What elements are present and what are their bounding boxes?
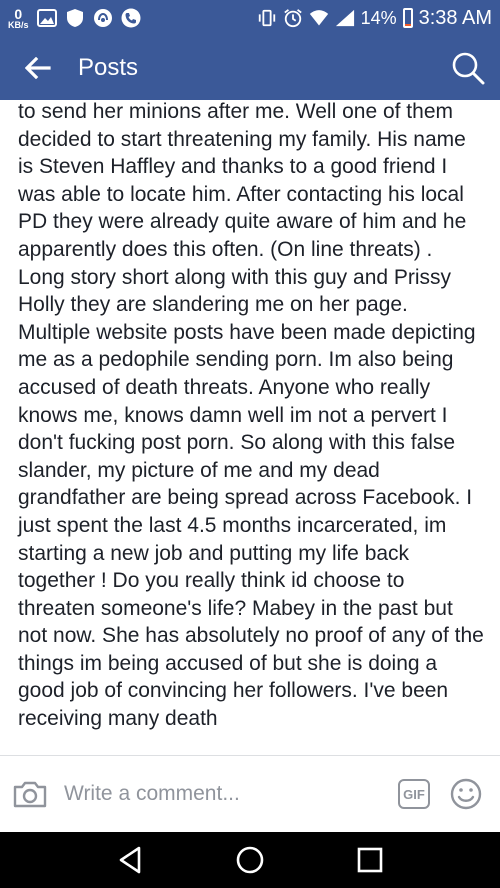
arrow-left-icon [25, 57, 51, 79]
data-rate-unit: KB/s [8, 19, 29, 30]
comment-bar: GIF [0, 755, 500, 832]
emoji-button[interactable] [448, 776, 484, 812]
data-rate: 0 KB/s [8, 7, 29, 30]
status-right: 14% 3:38 AM [257, 7, 492, 30]
vibrate-icon [257, 8, 277, 28]
shield-icon [65, 8, 85, 28]
clock: 3:38 AM [418, 6, 492, 29]
search-button[interactable] [436, 36, 500, 100]
back-button[interactable] [8, 36, 68, 100]
nav-home-button[interactable] [225, 835, 275, 885]
gif-button[interactable]: GIF [398, 779, 430, 809]
camera-button[interactable] [10, 774, 50, 814]
page-title: Posts [78, 54, 139, 81]
battery-percent: 14% [360, 7, 397, 28]
post-text: to send her minions after me. Well one o… [18, 100, 484, 731]
battery-icon [402, 8, 413, 28]
camera-icon [13, 781, 47, 808]
search-icon [452, 52, 485, 85]
status-bar: 0 KB/s 14% 3:38 AM [0, 0, 500, 36]
home-circle-icon [236, 846, 264, 874]
nav-bar [0, 832, 500, 888]
nav-recents-button[interactable] [345, 835, 395, 885]
emoji-icon [450, 778, 482, 810]
signal-app-icon [93, 8, 113, 28]
status-left: 0 KB/s [8, 7, 141, 30]
wifi-icon [309, 8, 329, 28]
gallery-icon [36, 8, 57, 28]
cell-signal-icon [335, 8, 355, 28]
comment-input[interactable] [64, 782, 398, 806]
app-bar: Posts [0, 36, 500, 100]
post-body: to send her minions after me. Well one o… [0, 100, 500, 755]
data-rate-value: 0 [14, 5, 23, 22]
phone-icon [121, 8, 141, 28]
back-triangle-icon [119, 846, 141, 874]
alarm-icon [283, 8, 303, 28]
recents-square-icon [357, 847, 383, 873]
nav-back-button[interactable] [105, 835, 155, 885]
